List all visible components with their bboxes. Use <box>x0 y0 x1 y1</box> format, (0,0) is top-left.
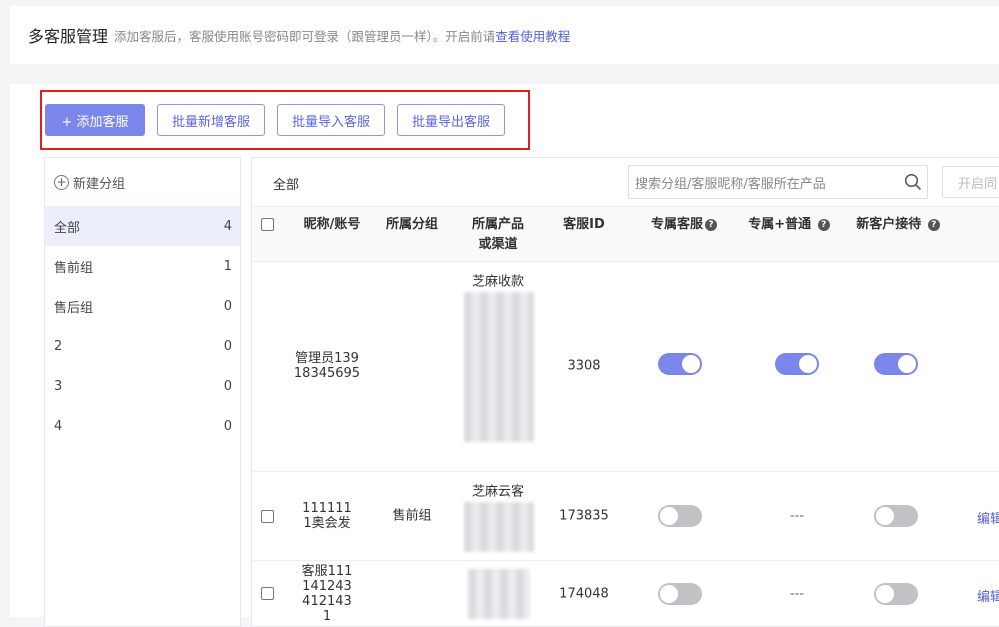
add-agent-button[interactable]: + 添加客服 <box>45 104 145 136</box>
table-row: 1111111奥会发 售前组 芝麻云客 173835 --- 编辑 <box>252 472 999 561</box>
row-product: 芝麻收款 <box>471 274 525 290</box>
toggle-knob <box>660 585 678 603</box>
row-nickname: 管理员13918345695 <box>293 351 361 381</box>
exclusive-toggle[interactable] <box>658 505 702 527</box>
toggle-knob <box>799 355 817 373</box>
group-count: 0 <box>223 418 232 434</box>
search-icon[interactable] <box>899 173 927 191</box>
batch-import-button[interactable]: 批量导入客服 <box>277 104 386 136</box>
group-item-2[interactable]: 2 0 <box>45 326 240 366</box>
col-nickname: 昵称/账号 <box>303 217 361 232</box>
row-group: 售前组 <box>392 508 432 524</box>
help-icon[interactable]: ? <box>927 219 940 231</box>
row-checkbox[interactable] <box>261 510 274 523</box>
group-name: 售前组 <box>54 260 94 276</box>
group-name: 3 <box>54 378 63 394</box>
new-customer-toggle[interactable] <box>874 505 918 527</box>
page-description: 添加客服后，客服使用账号密码即可登录（跟管理员一样）。开启前请 <box>114 28 496 44</box>
toggle-knob <box>682 355 700 373</box>
group-name: 2 <box>54 338 63 354</box>
group-count: 1 <box>223 258 232 274</box>
toggle-knob <box>898 355 916 373</box>
group-item-4[interactable]: 4 0 <box>45 406 240 446</box>
select-all-checkbox[interactable] <box>261 218 274 231</box>
col-exclusive-normal-label: 专属+普通 <box>748 217 812 232</box>
toggle-knob <box>876 507 894 525</box>
group-item-3[interactable]: 3 0 <box>45 366 240 406</box>
search-input[interactable]: 搜索分组/客服昵称/客服所在产品 <box>628 165 928 199</box>
redacted-product <box>464 502 534 552</box>
exclusive-normal-toggle[interactable] <box>775 353 819 375</box>
toggle-knob <box>660 507 678 525</box>
new-group-button[interactable]: + 新建分组 <box>45 158 240 206</box>
group-item-aftersale[interactable]: 售后组 0 <box>45 286 240 326</box>
edit-link[interactable]: 编辑 <box>977 508 999 527</box>
help-icon[interactable]: ? <box>817 219 830 231</box>
group-name: 全部 <box>54 220 81 236</box>
toggle-knob <box>876 585 894 603</box>
main-panel: + 添加客服 批量新增客服 批量导入客服 批量导出客服 + 新建分组 全部 4 … <box>10 84 999 627</box>
tutorial-link[interactable]: 查看使用教程 <box>495 26 570 45</box>
row-product: 芝麻云客 <box>471 484 525 500</box>
group-count: 0 <box>223 338 232 354</box>
row-agent-id: 174048 <box>559 586 609 602</box>
group-sidebar: + 新建分组 全部 4 售前组 1 售后组 0 2 0 3 0 4 0 <box>44 157 241 627</box>
redacted-product <box>468 569 530 619</box>
exclusive-toggle[interactable] <box>658 353 702 375</box>
search-placeholder: 搜索分组/客服昵称/客服所在产品 <box>635 176 826 192</box>
col-new-customer: 新客户接待 ? <box>850 215 946 235</box>
page-title: 多客服管理 <box>28 27 109 46</box>
table-header: 昵称/账号 所属分组 所属产品或渠道 客服ID 专属客服? 专属+普通 ? 新客… <box>252 206 999 262</box>
exclusive-normal-value: --- <box>789 586 805 602</box>
group-count: 0 <box>223 378 232 394</box>
col-exclusive-normal: 专属+普通 ? <box>746 215 832 235</box>
batch-export-button[interactable]: 批量导出客服 <box>397 104 506 136</box>
table-topbar: 全部 搜索分组/客服昵称/客服所在产品 开启同 <box>252 158 999 206</box>
group-item-presale[interactable]: 售前组 1 <box>45 246 240 286</box>
group-name: 4 <box>54 418 63 434</box>
new-customer-toggle[interactable] <box>874 583 918 605</box>
exclusive-normal-value: --- <box>789 508 805 524</box>
toolbar: + 添加客服 批量新增客服 批量导入客服 批量导出客服 <box>40 90 530 150</box>
col-group: 所属分组 <box>385 217 438 232</box>
table-row: 管理员13918345695 芝麻收款 3308 <box>252 262 999 472</box>
group-count: 0 <box>223 298 232 314</box>
exclusive-toggle[interactable] <box>658 583 702 605</box>
new-customer-toggle[interactable] <box>874 353 918 375</box>
col-exclusive-label: 专属客服 <box>650 217 703 232</box>
group-count: 4 <box>223 218 232 234</box>
group-name: 售后组 <box>54 300 94 316</box>
open-button[interactable]: 开启同 <box>942 166 999 198</box>
help-icon[interactable]: ? <box>705 219 717 231</box>
row-agent-id: 3308 <box>567 358 601 374</box>
redacted-product <box>464 292 534 442</box>
col-agent-id: 客服ID <box>563 217 605 232</box>
row-agent-id: 173835 <box>559 508 609 524</box>
col-exclusive: 专属客服? <box>644 215 724 235</box>
new-group-label: 新建分组 <box>73 176 126 192</box>
row-nickname: 客服1111412434121431 <box>301 564 353 624</box>
batch-add-button[interactable]: 批量新增客服 <box>157 104 266 136</box>
row-checkbox[interactable] <box>261 587 274 600</box>
edit-link[interactable]: 编辑 <box>977 586 999 605</box>
col-new-customer-label: 新客户接待 <box>856 217 922 232</box>
col-product: 所属产品或渠道 <box>471 217 524 252</box>
agent-table: 全部 搜索分组/客服昵称/客服所在产品 开启同 昵称/账号 所属分组 所属产品或… <box>251 157 999 627</box>
tab-all[interactable]: 全部 <box>273 174 299 193</box>
table-row: 客服1111412434121431 174048 --- 编辑 <box>252 561 999 626</box>
row-nickname: 1111111奥会发 <box>302 501 352 531</box>
page-header: 多客服管理 添加客服后，客服使用账号密码即可登录（跟管理员一样）。开启前请 查看… <box>10 6 999 64</box>
group-item-all[interactable]: 全部 4 <box>45 206 240 246</box>
plus-circle-icon: + <box>54 174 69 190</box>
